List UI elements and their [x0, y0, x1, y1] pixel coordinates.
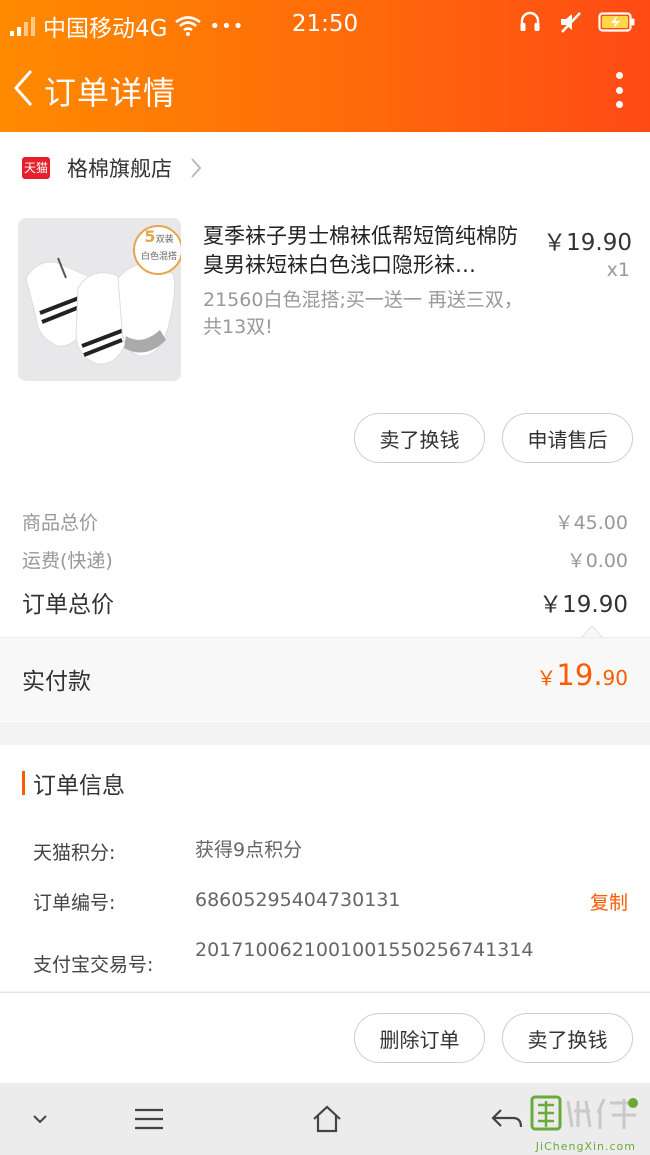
mute-icon — [561, 12, 581, 33]
product-title[interactable]: 夏季袜子男士棉袜低帮短筒纯棉防臭男袜短袜白色浅口隐形袜… — [203, 222, 533, 280]
home-icon — [313, 1105, 341, 1133]
page-title: 订单详情 — [44, 74, 177, 112]
sell-for-money-button[interactable]: 卖了换钱 — [354, 413, 485, 463]
points-value: 获得9点积分 — [195, 839, 303, 861]
goods-total-row: 商品总价 ￥45.00 — [22, 508, 628, 535]
shipping-value: ￥0.00 — [566, 550, 628, 572]
hide-nav-button[interactable] — [28, 1101, 52, 1137]
amount-paid-row: 实付款 ￥19.90 — [0, 637, 650, 721]
back-button[interactable] — [8, 66, 38, 110]
goods-total-value: ￥45.00 — [554, 512, 628, 534]
menu-icon — [135, 1108, 163, 1130]
product-quantity: x1 — [606, 259, 630, 281]
chevron-left-icon — [13, 70, 33, 106]
thumb-tag-unit: 双装 — [155, 235, 174, 245]
order-number-key: 订单编号: — [33, 892, 116, 914]
paid-decimal: 90 — [602, 666, 628, 690]
order-info-header: 订单信息 — [22, 768, 125, 799]
paid-integer: 19. — [556, 658, 603, 692]
delete-order-button[interactable]: 删除订单 — [354, 1013, 485, 1063]
order-info-title: 订单信息 — [33, 773, 125, 799]
store-row[interactable]: 天猫 格棉旗舰店 — [0, 146, 650, 190]
more-button[interactable] — [614, 72, 624, 108]
return-arrow-icon — [491, 1109, 523, 1128]
chevron-right-icon — [191, 158, 202, 178]
points-key: 天猫积分: — [33, 842, 116, 864]
copy-button[interactable]: 复制 — [590, 888, 628, 915]
headset-icon — [520, 11, 540, 31]
order-total-value: ￥19.90 — [539, 592, 628, 618]
product-thumbnail[interactable]: 5双装 白色混搭 — [18, 218, 181, 381]
more-dot-icon — [615, 72, 623, 79]
thumb-tag: 5双装 白色混搭 — [136, 227, 181, 264]
order-total-label: 订单总价 — [22, 592, 114, 618]
paid-currency: ￥ — [536, 666, 557, 690]
sell-for-money-bottom-button[interactable]: 卖了换钱 — [502, 1013, 633, 1063]
goods-total-label: 商品总价 — [22, 512, 99, 534]
battery-icon — [598, 12, 635, 32]
product-item[interactable]: 5双装 白色混搭 夏季袜子男士棉袜低帮短筒纯棉防臭男袜短袜白色浅口隐形袜… 21… — [0, 218, 650, 388]
thumb-tag-text: 白色混搭 — [140, 252, 177, 262]
product-price: ￥19.90 — [543, 230, 632, 256]
section-accent-bar — [22, 771, 25, 795]
order-total-row: 订单总价 ￥19.90 — [22, 585, 628, 619]
alipay-trade-key: 支付宝交易号: — [33, 954, 154, 976]
alipay-trade-value: 2017100621001001550256741314 — [195, 939, 534, 961]
title-bar: 订单详情 — [0, 52, 650, 128]
tmall-badge: 天猫 — [22, 157, 50, 179]
order-number-value: 68605295404730131 — [195, 889, 401, 911]
watermark-text: JiChengXin.com — [535, 1140, 636, 1153]
app-header: 中国移动4G ••• 21:50 订单详情 — [0, 0, 650, 132]
back-nav-button[interactable] — [490, 1101, 524, 1137]
thumb-tag-number: 5 — [144, 227, 156, 246]
store-name: 格棉旗舰店 — [67, 157, 172, 181]
home-nav-button[interactable] — [311, 1101, 343, 1137]
amount-paid-label: 实付款 — [22, 669, 91, 695]
chevron-down-icon — [33, 1115, 47, 1124]
amount-paid-value: ￥19.90 — [536, 658, 628, 692]
product-sku: 21560白色混搭;买一送一 再送三双，共13双! — [203, 289, 523, 338]
after-sale-button[interactable]: 申请售后 — [502, 413, 633, 463]
status-bar: 中国移动4G ••• 21:50 — [0, 0, 650, 48]
shipping-label: 运费(快递) — [22, 550, 113, 572]
menu-nav-button[interactable] — [133, 1101, 165, 1137]
shipping-row: 运费(快递) ￥0.00 — [22, 546, 628, 573]
